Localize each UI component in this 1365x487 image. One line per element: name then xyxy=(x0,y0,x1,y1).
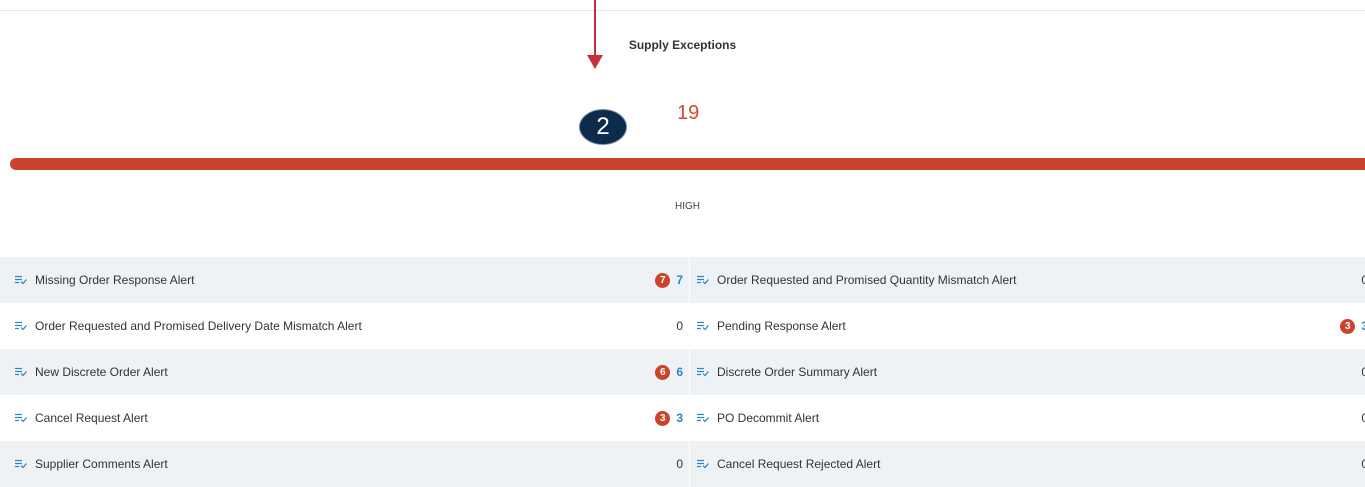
alert-count[interactable]: 7 xyxy=(676,273,683,287)
table-row: Cancel Request Alert 3 3 PO Decommit Ale… xyxy=(0,395,1365,441)
alert-cell[interactable]: Supplier Comments Alert 0 xyxy=(0,441,690,487)
alert-badge: 3 xyxy=(655,410,671,426)
alert-list-icon xyxy=(15,367,27,377)
alert-cell[interactable]: Missing Order Response Alert 7 7 xyxy=(0,257,690,303)
alert-name[interactable]: Missing Order Response Alert xyxy=(35,273,655,287)
alert-count[interactable]: 0 xyxy=(676,457,683,471)
top-divider xyxy=(0,10,1365,11)
alert-name[interactable]: PO Decommit Alert xyxy=(717,411,1340,425)
alert-name[interactable]: Order Requested and Promised Delivery Da… xyxy=(35,319,655,333)
alert-list-icon xyxy=(697,367,709,377)
alert-list-icon xyxy=(15,275,27,285)
table-row: Missing Order Response Alert 7 7 Order R… xyxy=(0,257,1365,303)
callout-number-badge: 2 xyxy=(580,110,626,144)
alert-cell[interactable]: Order Requested and Promised Delivery Da… xyxy=(0,303,690,349)
alert-name[interactable]: Cancel Request Rejected Alert xyxy=(717,457,1340,471)
alert-list-icon xyxy=(697,321,709,331)
alert-name[interactable]: Cancel Request Alert xyxy=(35,411,655,425)
alert-list-icon xyxy=(15,413,27,423)
alert-name[interactable]: Order Requested and Promised Quantity Mi… xyxy=(717,273,1340,287)
alert-cell[interactable]: Discrete Order Summary Alert 0 xyxy=(690,349,1365,395)
alert-cell[interactable]: Cancel Request Rejected Alert 0 xyxy=(690,441,1365,487)
alert-count[interactable]: 0 xyxy=(1361,273,1365,287)
alert-count[interactable]: 0 xyxy=(1361,457,1365,471)
table-row: New Discrete Order Alert 6 6 Discrete Or… xyxy=(0,349,1365,395)
alert-name[interactable]: New Discrete Order Alert xyxy=(35,365,655,379)
alert-list-icon xyxy=(15,459,27,469)
alert-count[interactable]: 0 xyxy=(676,319,683,333)
alert-list-icon xyxy=(697,413,709,423)
alert-count[interactable]: 6 xyxy=(676,365,683,379)
alert-count[interactable]: 0 xyxy=(1361,365,1365,379)
alert-cell[interactable]: Order Requested and Promised Quantity Mi… xyxy=(690,257,1365,303)
alert-count[interactable]: 3 xyxy=(676,411,683,425)
severity-label: HIGH xyxy=(675,201,700,212)
alert-count[interactable]: 3 xyxy=(1361,319,1365,333)
annotation-arrow-head-icon xyxy=(587,55,603,69)
alerts-table: Missing Order Response Alert 7 7 Order R… xyxy=(0,257,1365,487)
alert-badge: 3 xyxy=(1340,318,1356,334)
alert-cell[interactable]: PO Decommit Alert 0 xyxy=(690,395,1365,441)
table-row: Order Requested and Promised Delivery Da… xyxy=(0,303,1365,349)
alert-badge: 7 xyxy=(655,272,671,288)
alert-name[interactable]: Discrete Order Summary Alert xyxy=(717,365,1340,379)
alert-name[interactable]: Supplier Comments Alert xyxy=(35,457,655,471)
alert-list-icon xyxy=(697,275,709,285)
table-row: Supplier Comments Alert 0 Cancel Request… xyxy=(0,441,1365,487)
alert-badge: 6 xyxy=(655,364,671,380)
page-title: Supply Exceptions xyxy=(628,38,737,52)
alert-list-icon xyxy=(697,459,709,469)
alert-cell[interactable]: New Discrete Order Alert 6 6 xyxy=(0,349,690,395)
alert-cell[interactable]: Pending Response Alert 3 3 xyxy=(690,303,1365,349)
alert-cell[interactable]: Cancel Request Alert 3 3 xyxy=(0,395,690,441)
alert-count[interactable]: 0 xyxy=(1361,411,1365,425)
alert-name[interactable]: Pending Response Alert xyxy=(717,319,1340,333)
alert-list-icon xyxy=(15,321,27,331)
severity-progress-bar xyxy=(10,158,1365,170)
total-exceptions-count[interactable]: 19 xyxy=(677,102,699,125)
